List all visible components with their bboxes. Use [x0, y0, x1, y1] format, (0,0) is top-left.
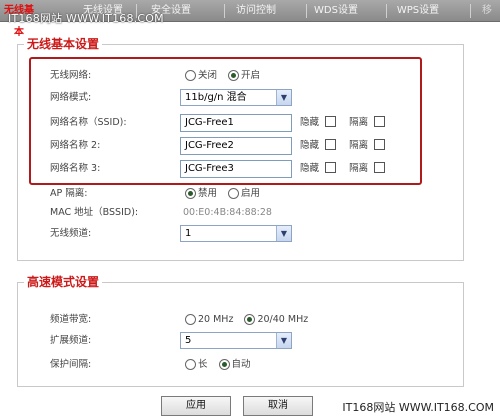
ssid1-label: 网络名称（SSID): — [50, 117, 127, 128]
tab-separator — [470, 4, 471, 18]
ssid1-input[interactable]: JCG-Free1 — [180, 114, 292, 132]
network-mode-row: 网络模式: 11b/g/n 混合 ▼ — [50, 88, 430, 108]
watermark-top: IT168网站 WWW.IT168.COM — [8, 12, 164, 25]
ext-channel-value: 5 — [185, 335, 192, 346]
bandwidth-2040-label: 20/40 MHz — [257, 314, 309, 325]
guard-auto-radio[interactable] — [218, 358, 230, 370]
channel-label: 无线频道: — [50, 228, 92, 239]
ssid1-hide-checkbox[interactable] — [325, 116, 337, 127]
ap-isolation-enable-radio[interactable] — [228, 187, 240, 199]
ext-channel-select[interactable]: 5 ▼ — [180, 332, 292, 349]
tab-wds[interactable]: WDS设置 — [306, 0, 366, 22]
ap-isolation-disable-label: 禁用 — [198, 188, 218, 199]
bandwidth-label: 频道带宽: — [50, 314, 92, 325]
guard-interval-label: 保护间隔: — [50, 359, 92, 370]
ssid3-isolate-checkbox[interactable] — [374, 162, 386, 173]
ssid2-isolate-checkbox[interactable] — [374, 139, 386, 150]
ap-isolation-enable-label: 启用 — [241, 188, 261, 199]
ap-isolation-disable-radio[interactable] — [185, 187, 196, 199]
chevron-down-icon: ▼ — [276, 226, 291, 241]
ssid3-row: 网络名称 3: JCG-Free3 隐藏 隔离 — [50, 159, 430, 179]
ssid2-isolate-label: 隔离 — [349, 140, 369, 151]
mac-row: MAC 地址（BSSID): 00:E0:4B:84:88:28 — [50, 203, 430, 223]
tab-access-control[interactable]: 访问控制 — [226, 0, 286, 22]
ssid1-hide-label: 隐藏 — [300, 117, 320, 128]
network-mode-label: 网络模式: — [50, 92, 92, 103]
ap-isolation-label: AP 隔离: — [50, 188, 88, 199]
bandwidth-20-radio[interactable] — [185, 313, 196, 325]
cancel-button[interactable]: 取消 — [243, 396, 313, 416]
ssid3-isolate-label: 隔离 — [349, 163, 369, 174]
basic-settings-title: 无线基本设置 — [24, 35, 103, 52]
wireless-network-label: 无线网络: — [50, 70, 92, 81]
ssid2-row: 网络名称 2: JCG-Free2 隐藏 隔离 — [50, 136, 430, 156]
ssid2-options: 隐藏 隔离 — [300, 136, 386, 156]
ssid3-options: 隐藏 隔离 — [300, 159, 386, 179]
guard-interval-radios: 长 自动 — [185, 355, 259, 375]
guard-long-label: 长 — [198, 359, 208, 370]
wireless-off-radio[interactable] — [185, 69, 196, 81]
wireless-network-row: 无线网络: 关闭 开启 — [50, 66, 430, 86]
bandwidth-20-label: 20 MHz — [198, 314, 234, 325]
network-mode-select[interactable]: 11b/g/n 混合 ▼ — [180, 89, 292, 106]
ssid1-row: 网络名称（SSID): JCG-Free1 隐藏 隔离 — [50, 113, 430, 133]
tab-wps[interactable]: WPS设置 — [388, 0, 448, 22]
channel-select[interactable]: 1 ▼ — [180, 225, 292, 242]
bandwidth-radios: 20 MHz 20/40 MHz — [185, 310, 316, 330]
advanced-settings-title: 高速模式设置 — [24, 273, 103, 290]
ssid1-options: 隐藏 隔离 — [300, 113, 386, 133]
bandwidth-row: 频道带宽: 20 MHz 20/40 MHz — [50, 310, 430, 330]
wireless-off-label: 关闭 — [198, 70, 218, 81]
tab-separator — [386, 4, 387, 18]
ssid3-hide-checkbox[interactable] — [325, 162, 337, 173]
wireless-on-label: 开启 — [241, 70, 261, 81]
ssid2-hide-checkbox[interactable] — [325, 139, 337, 150]
chevron-down-icon: ▼ — [276, 333, 291, 348]
ap-isolation-row: AP 隔离: 禁用 启用 — [50, 184, 430, 204]
mac-label: MAC 地址（BSSID): — [50, 207, 139, 218]
channel-row: 无线频道: 1 ▼ — [50, 224, 430, 244]
network-mode-value: 11b/g/n 混合 — [185, 92, 247, 103]
mac-value: 00:E0:4B:84:88:28 — [183, 207, 272, 218]
guard-auto-label: 自动 — [231, 359, 251, 370]
ssid2-input[interactable]: JCG-Free2 — [180, 137, 292, 155]
wireless-on-radio[interactable] — [228, 69, 240, 81]
tab-separator — [224, 4, 225, 18]
ap-isolation-radios: 禁用 启用 — [185, 184, 268, 204]
guard-long-radio[interactable] — [185, 358, 196, 370]
guard-interval-row: 保护间隔: 长 自动 — [50, 355, 430, 375]
ssid2-label: 网络名称 2: — [50, 140, 101, 151]
bandwidth-2040-radio[interactable] — [244, 313, 256, 325]
ssid3-label: 网络名称 3: — [50, 163, 101, 174]
tab-more[interactable]: 移 — [474, 0, 500, 22]
apply-button[interactable]: 应用 — [161, 396, 231, 416]
ssid2-hide-label: 隐藏 — [300, 140, 320, 151]
channel-value: 1 — [185, 228, 192, 239]
ext-channel-row: 扩展频道: 5 ▼ — [50, 331, 430, 351]
ssid1-isolate-checkbox[interactable] — [374, 116, 386, 127]
ext-channel-label: 扩展频道: — [50, 335, 92, 346]
wireless-network-radios: 关闭 开启 — [185, 66, 268, 86]
ssid3-input[interactable]: JCG-Free3 — [180, 160, 292, 178]
ssid1-isolate-label: 隔离 — [349, 117, 369, 128]
watermark-bottom: IT168网站 WWW.IT168.COM — [342, 401, 494, 414]
chevron-down-icon: ▼ — [276, 90, 291, 105]
ssid3-hide-label: 隐藏 — [300, 163, 320, 174]
